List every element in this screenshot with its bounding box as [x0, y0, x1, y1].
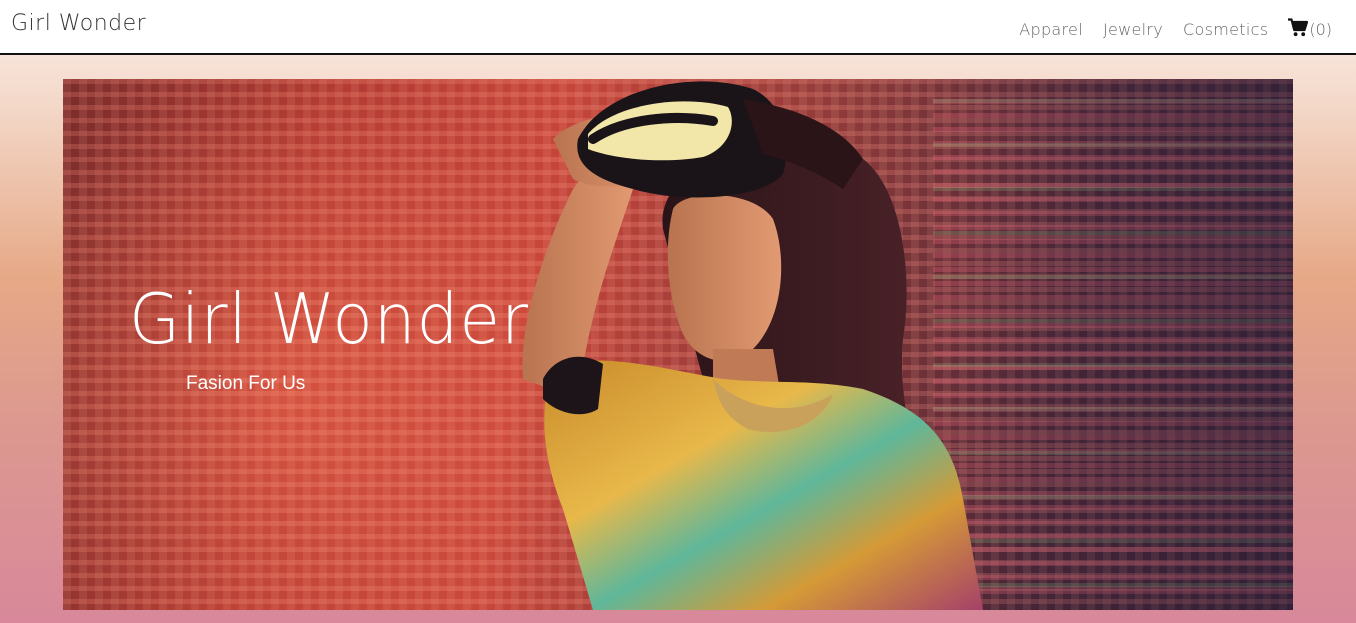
nav-links: Apparel Jewelry Cosmetics (0)	[999, 18, 1332, 41]
cart-count: (0)	[1309, 20, 1332, 39]
nav-link-apparel[interactable]: Apparel	[1019, 20, 1083, 39]
hero-banner: Girl Wonder Fasion For Us	[63, 79, 1293, 610]
top-navbar: Girl Wonder Apparel Jewelry Cosmetics (0…	[0, 0, 1356, 55]
shopping-cart-icon	[1288, 18, 1309, 41]
hero-title: Girl Wonder	[129, 279, 530, 360]
brand-logo-link[interactable]: Girl Wonder	[11, 11, 146, 36]
cart-link[interactable]: (0)	[1288, 18, 1332, 41]
nav-link-cosmetics[interactable]: Cosmetics	[1183, 20, 1268, 39]
hero-subtitle: Fasion For Us	[186, 373, 306, 394]
woman-with-vr-headset-photo	[522, 81, 983, 610]
nav-link-jewelry[interactable]: Jewelry	[1103, 20, 1163, 39]
